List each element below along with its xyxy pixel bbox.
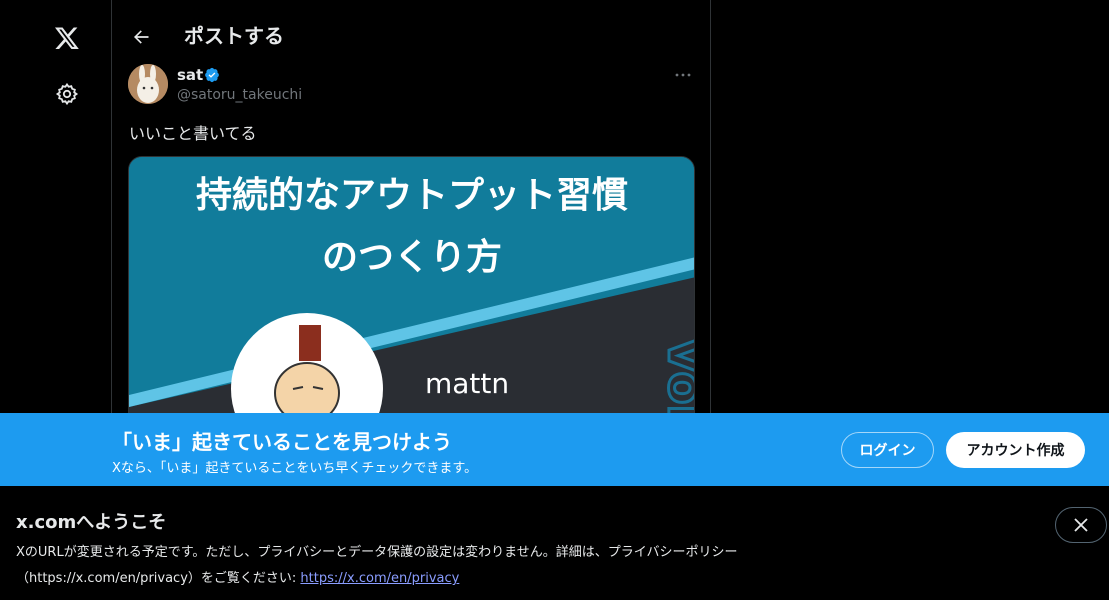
more-button[interactable]	[672, 66, 694, 84]
media-presenter: mattn	[425, 367, 509, 400]
page-title: ポストする	[184, 24, 284, 48]
author-handle[interactable]: @satoru_takeuchi	[177, 87, 302, 103]
verified-badge-icon	[204, 67, 220, 83]
media-title-line2: のつくり方	[322, 237, 502, 278]
banner-title: 「いま」起きていることを見つけよう	[112, 430, 452, 454]
post-media-image[interactable]: 持続的なアウトプット習慣 のつくり方 mattn Vol	[128, 156, 695, 446]
more-horizontal-icon	[675, 73, 691, 77]
media-side-text: Vol	[657, 337, 695, 421]
page-header: ポストする	[112, 0, 710, 74]
domain-notice: x.comへようこそ XのURLが変更される予定です。ただし、プライバシーとデー…	[0, 486, 1109, 600]
post-text: いいこと書いてる	[129, 124, 257, 143]
privacy-link[interactable]: https://x.com/en/privacy	[300, 571, 459, 586]
author-name[interactable]: sat	[177, 66, 203, 84]
gear-icon[interactable]	[53, 80, 81, 108]
notice-title: x.comへようこそ	[16, 512, 167, 533]
close-icon	[1074, 518, 1088, 532]
signup-button[interactable]: アカウント作成	[946, 432, 1085, 468]
arrow-left-icon	[134, 30, 149, 44]
back-button[interactable]	[126, 22, 156, 52]
media-title-line1: 持続的なアウトプット習慣	[196, 175, 628, 216]
close-button[interactable]	[1055, 507, 1107, 543]
x-logo-icon[interactable]	[51, 22, 83, 54]
signup-banner: 「いま」起きていることを見つけよう Xなら、「いま」起きていることをいち早くチェ…	[0, 413, 1109, 486]
banner-subtitle: Xなら、「いま」起きていることをいち早くチェックできます。	[112, 461, 478, 476]
post-author: sat @satoru_takeuchi	[128, 64, 694, 108]
avatar[interactable]	[128, 64, 168, 104]
login-button[interactable]: ログイン	[841, 432, 934, 468]
notice-body: XのURLが変更される予定です。ただし、プライバシーとデータ保護の設定は変わりま…	[16, 540, 876, 592]
